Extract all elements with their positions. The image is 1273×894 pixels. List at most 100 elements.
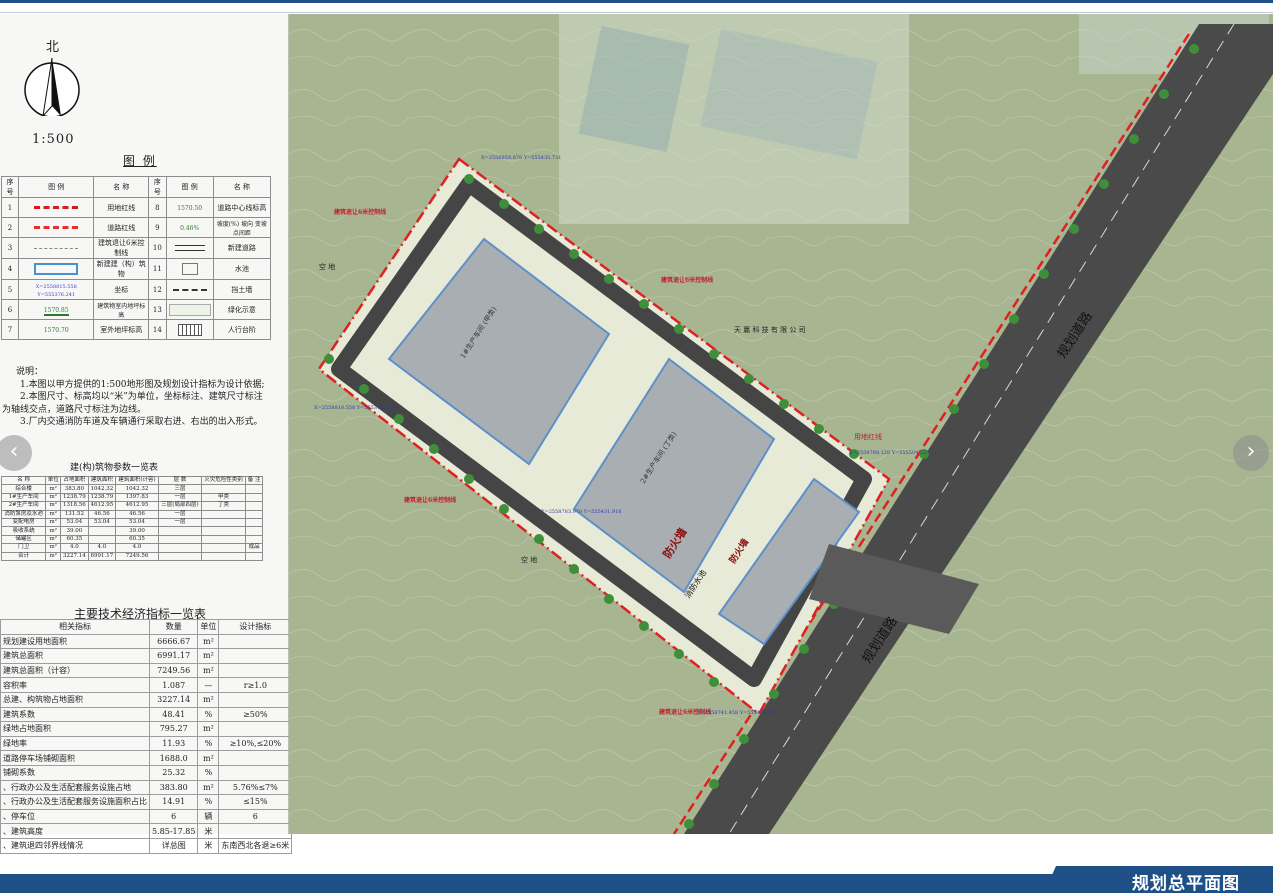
table-cell bbox=[200, 543, 247, 553]
notes-title: 说明： bbox=[16, 367, 44, 377]
table-header-cell: 相关指标 bbox=[0, 619, 150, 635]
table-header-cell: 名 称 bbox=[0, 475, 47, 486]
building-symbol bbox=[18, 258, 95, 280]
table-cell bbox=[200, 484, 247, 494]
legend-symbol-text: 1570.50 bbox=[177, 204, 203, 212]
coordinate-label: X=2558859.878 Y=555435.731 bbox=[481, 155, 561, 161]
next-button[interactable]: › bbox=[1233, 435, 1269, 471]
setback-label: 建筑退让6米控制线 bbox=[334, 208, 386, 216]
coordinate-symbol: X=2558815.558 Y=555376.241 bbox=[18, 279, 95, 300]
table-cell: m² bbox=[45, 551, 62, 561]
table-cell: 丁类 bbox=[200, 501, 247, 511]
setback-label: 建筑退让6米控制线 bbox=[404, 496, 456, 504]
table-header-cell: 数量 bbox=[148, 619, 199, 635]
scale-label: 1:500 bbox=[32, 132, 75, 147]
table-row: 2#生产车间 m² 1318.56 4612.95 4612.95 三层(局部四层) 丁类 bbox=[0, 501, 263, 511]
table-cell bbox=[218, 691, 293, 708]
legend-num: 11 bbox=[148, 258, 167, 280]
legend-name: 建筑物室内地坪标高 bbox=[93, 299, 150, 320]
table-row: 规划建设用地面积 6666.67 m² bbox=[0, 633, 293, 650]
table-cell bbox=[200, 509, 247, 519]
table-cell: 容积率 bbox=[0, 677, 150, 693]
table-cell: 综合楼 bbox=[0, 484, 47, 494]
table-cell: 39.00 bbox=[115, 526, 159, 536]
table-cell: 、行政办公及生活配套服务设施占地 bbox=[0, 779, 150, 796]
legend-row: 6 1570.85 建筑物室内地坪标高 13 绿化示意 bbox=[0, 299, 272, 320]
neighbor-label: 天 赢 科 技 有 限 公 司 bbox=[734, 325, 806, 334]
notes-line: 2.本图尺寸、标高均以“米”为单位，坐标标注、建筑尺寸标注 bbox=[20, 392, 263, 402]
table-cell bbox=[245, 517, 263, 528]
building-table: 名 称单位 占地面积 建筑面积 建筑面积(计容) 层 数火灾危险性类别备 注综合楼 m² 3… bbox=[0, 475, 263, 561]
table-cell: 辆 bbox=[197, 808, 220, 825]
table-cell: 60.35 bbox=[60, 534, 89, 545]
table-cell: m² bbox=[197, 750, 220, 766]
table-cell: 详总图 bbox=[148, 837, 199, 854]
redline-symbol bbox=[18, 197, 95, 218]
table-cell: 4.0 bbox=[115, 543, 159, 553]
table-cell: 53.04 bbox=[60, 517, 89, 528]
top-divider bbox=[0, 12, 1273, 13]
table-cell: 米 bbox=[197, 823, 220, 839]
legend-num: 14 bbox=[148, 319, 167, 340]
site-plan-drawing: 规划道路 规划道路 天 赢 科 技 有 限 公 司 空 地 空 地 用地红线 建… bbox=[289, 14, 1273, 835]
legend-table: 序号 图 例 名 称 序号 图 例 名 称 1 用地红线 8 1570.50 道… bbox=[0, 176, 272, 340]
notes-line: 1.本图以甲方提供的1:500地形图及规划设计指标为设计依据; bbox=[20, 379, 265, 390]
table-cell: ≤15% bbox=[218, 794, 293, 810]
table-cell: 吸收系统 bbox=[0, 526, 47, 536]
legend-num: 13 bbox=[148, 299, 167, 320]
table-cell: 一层 bbox=[157, 509, 202, 519]
legend-num: 5 bbox=[0, 279, 20, 300]
table-row: 铺砌系数 25.32% bbox=[0, 764, 293, 781]
table-cell: % bbox=[197, 764, 220, 781]
table-cell: m² bbox=[197, 648, 220, 664]
table-cell: 、停车位 bbox=[0, 808, 150, 825]
legend-symbol-text: X=2558815.558 Y=555376.241 bbox=[35, 283, 77, 298]
table-cell: 383.80 bbox=[60, 484, 89, 494]
table-cell: — bbox=[197, 677, 220, 693]
table-cell bbox=[200, 517, 247, 528]
legend-title: 图 例 bbox=[123, 154, 157, 168]
setback-line-symbol bbox=[18, 237, 95, 259]
table-cell bbox=[218, 721, 293, 737]
north-label: 北 bbox=[46, 40, 60, 55]
drawing-title: 规划总平面图 bbox=[1132, 874, 1240, 894]
table-cell: 5.85-17.85 bbox=[148, 823, 199, 839]
table-cell: 建筑系数 bbox=[0, 706, 150, 723]
table-cell bbox=[245, 551, 263, 561]
table-cell: 4612.95 bbox=[115, 501, 159, 511]
table-cell: 建筑总面积（计容） bbox=[0, 662, 150, 679]
table-cell: 795.27 bbox=[148, 721, 199, 737]
table-cell: 1318.56 bbox=[60, 501, 89, 511]
table-cell bbox=[218, 633, 293, 650]
legend-num: 2 bbox=[0, 217, 20, 238]
table-row: 道路停车场铺砌面积 1688.0 m² bbox=[0, 750, 293, 766]
table-row: 储罐区 m² 60.35 60.35 bbox=[0, 534, 263, 545]
table-cell: 规划建设用地面积 bbox=[0, 633, 150, 650]
table-cell bbox=[200, 534, 247, 545]
table-cell bbox=[157, 543, 202, 553]
legend-header: 图 例 bbox=[18, 176, 95, 198]
table-cell: 总建、构筑物占地面积 bbox=[0, 691, 150, 708]
legend-name: 用地红线 bbox=[93, 197, 150, 218]
legend-symbol-text: 1570.85 bbox=[43, 306, 69, 316]
legend-name: 人行台阶 bbox=[212, 319, 272, 340]
table-row: 建筑总面积 6991.17 m² bbox=[0, 648, 293, 664]
table-cell: 3227.14 bbox=[60, 551, 89, 561]
table-cell: 1042.32 bbox=[115, 484, 159, 494]
table-header-cell: 单位 bbox=[45, 475, 62, 486]
table-cell: 3227.14 bbox=[148, 691, 199, 708]
table-cell: 383.80 bbox=[148, 779, 199, 796]
table-header-cell: 建筑面积(计容) bbox=[115, 475, 159, 486]
table-cell: m² bbox=[197, 662, 220, 679]
table-row: 绿地占地面积 795.27 m² bbox=[0, 721, 293, 737]
table-cell: m² bbox=[197, 691, 220, 708]
legend-num: 12 bbox=[148, 279, 167, 300]
table-cell bbox=[245, 492, 263, 503]
table-cell: 绿地占地面积 bbox=[0, 721, 150, 737]
table-cell: 储罐区 bbox=[0, 534, 47, 545]
legend-header: 序号 bbox=[0, 176, 20, 198]
table-cell bbox=[245, 526, 263, 536]
table-cell: 东南西北各退≥6米 bbox=[218, 837, 293, 854]
table-cell: 5.76%≤7% bbox=[218, 779, 293, 796]
table-cell bbox=[200, 526, 247, 536]
